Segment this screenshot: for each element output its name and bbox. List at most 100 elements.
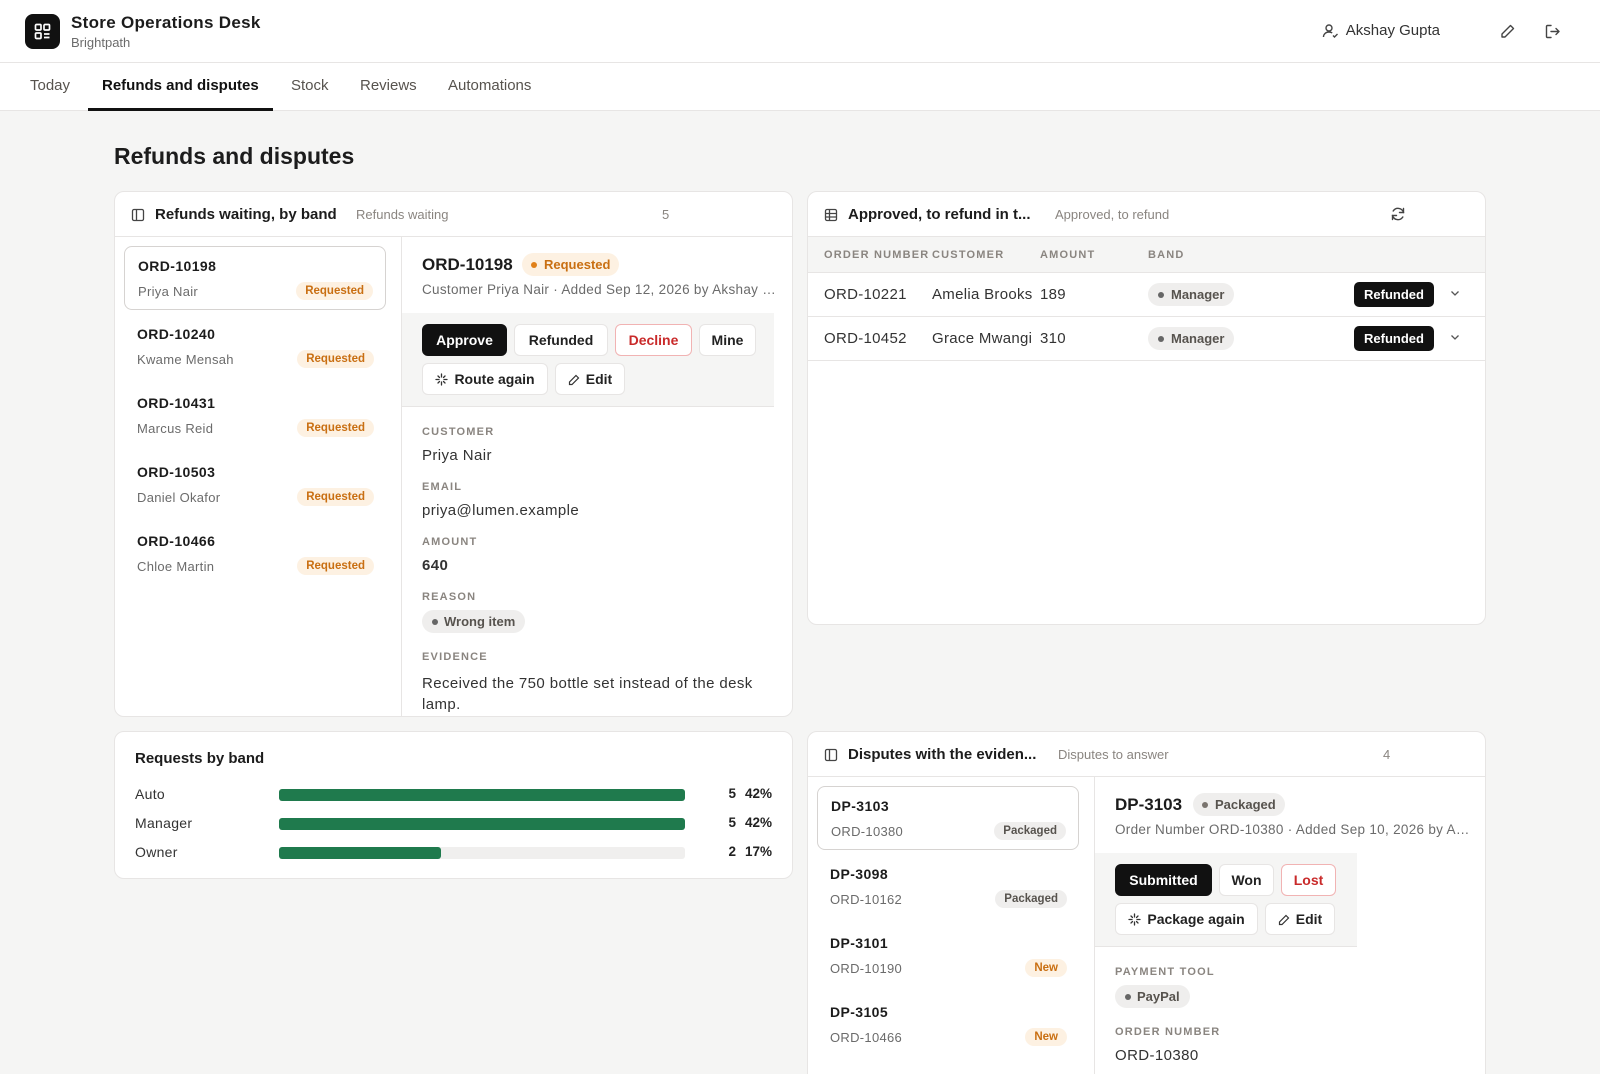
bar-fill [279,789,685,801]
status-badge: Packaged [995,890,1067,908]
logout-button[interactable] [1541,20,1563,42]
panel-icon [131,208,145,222]
card-title: Disputes with the eviden... [848,746,1037,763]
won-button[interactable]: Won [1219,864,1274,896]
tab-stock[interactable]: Stock [291,63,329,111]
list-item[interactable]: DP-3101 ORD-10190 New [817,924,1079,988]
customer-name: Marcus Reid [137,421,214,436]
order-number: ORD-10221 [824,286,907,303]
customer-label: CUSTOMER [422,426,495,438]
mine-button[interactable]: Mine [699,324,756,356]
list-item[interactable]: ORD-10431 Marcus Reid Requested [124,384,386,448]
table-icon [824,208,838,222]
refunded-button[interactable]: Refunded [514,324,608,356]
customer-name: Priya Nair [138,284,199,299]
card-count: 4 [1383,747,1391,762]
lost-button[interactable]: Lost [1281,864,1336,896]
detail-id: ORD-10198 [422,255,513,274]
tab-refunds-and-disputes[interactable]: Refunds and disputes [88,63,273,111]
refund-detail: ORD-10198 Requested Customer Priya Nair … [402,237,792,716]
order-number-value: ORD-10380 [1115,1047,1199,1064]
card-subtitle: Approved, to refund [1055,207,1170,222]
status-button[interactable]: Refunded [1354,326,1434,351]
bar-track [279,847,685,859]
customer-name: Kwame Mensah [137,352,234,367]
order-id: ORD-10198 [138,258,217,274]
customer-name: Chloe Martin [137,559,215,574]
reason-chip: Wrong item [422,610,526,633]
amount-label: AMOUNT [422,536,478,548]
refunds-waiting-card: Refunds waiting, by band Refunds waiting… [114,191,793,717]
order-number-label: ORDER NUMBER [1115,1026,1221,1038]
column-header: BAND [1148,249,1185,261]
card-title: Approved, to refund in t... [848,206,1031,223]
app-logo-icon [25,14,60,49]
package-again-button[interactable]: Package again [1115,903,1258,935]
list-item[interactable]: DP-3098 ORD-10162 Packaged [817,855,1079,919]
status-badge: Requested [296,282,373,300]
refresh-icon[interactable] [1390,206,1406,222]
sparkle-icon [435,373,449,386]
bar-fill [279,818,685,830]
decline-button[interactable]: Decline [615,324,692,356]
submitted-button[interactable]: Submitted [1115,864,1212,896]
bar-count: 2 [728,844,736,859]
edit-label: Edit [1295,911,1323,927]
bar-label: Manager [135,815,193,831]
table-row[interactable]: ORD-10452 Grace Mwangi 310 Manager Refun… [808,317,1485,361]
bar-count: 5 [728,815,736,830]
payment-tool-label: PAYMENT TOOL [1115,966,1215,978]
status-badge: Requested [297,557,374,575]
list-item[interactable]: ORD-10503 Daniel Okafor Requested [124,453,386,517]
customer-name: Grace Mwangi [932,330,1033,347]
bar-percent: 42% [744,786,772,801]
order-id: ORD-10240 [137,326,216,342]
edit-button[interactable]: Edit [555,363,625,395]
order-number: ORD-10380 [831,824,904,839]
pencil-icon [1278,914,1290,926]
panel-icon [824,748,838,762]
list-item[interactable]: DP-3105 ORD-10466 New [817,993,1079,1057]
list-item[interactable]: ORD-10466 Chloe Martin Requested [124,522,386,586]
list-item[interactable]: ORD-10240 Kwame Mensah Requested [124,315,386,379]
tab-reviews[interactable]: Reviews [360,63,417,111]
disputes-card: Disputes with the eviden... Disputes to … [807,731,1486,1074]
chevron-down-icon[interactable] [1449,287,1461,299]
logout-icon [1545,24,1560,38]
dispute-id: DP-3105 [830,1004,889,1020]
list-item[interactable]: DP-3103 ORD-10380 Packaged [817,786,1079,850]
bar-track [279,789,685,801]
chevron-down-icon[interactable] [1449,331,1461,343]
route-again-button[interactable]: Route again [422,363,548,395]
customer-name: Daniel Okafor [137,490,221,505]
order-id: ORD-10431 [137,395,216,411]
tab-automations[interactable]: Automations [448,63,531,111]
status-badge: Packaged [994,822,1066,840]
user-menu[interactable]: Akshay Gupta [1322,22,1440,39]
customer-value: Priya Nair [422,447,492,464]
app-header: Store Operations Desk Brightpath Akshay … [0,0,1600,63]
list-item[interactable]: ORD-10198 Priya Nair Requested [124,246,386,310]
card-subtitle: Disputes to answer [1058,747,1169,762]
route-again-label: Route again [454,371,535,387]
band-chip: Manager [1148,327,1235,350]
edit-button[interactable]: Edit [1265,903,1335,935]
dispute-id: DP-3101 [830,935,889,951]
edit-profile-button[interactable] [1496,20,1518,42]
customer-name: Amelia Brooks [932,286,1033,303]
package-again-label: Package again [1147,911,1245,927]
reason-label: REASON [422,591,477,603]
bar-label: Auto [135,786,165,802]
card-header: Refunds waiting, by band Refunds waiting… [115,192,792,237]
approve-button[interactable]: Approve [422,324,507,356]
disputes-list: DP-3103 ORD-10380 Packaged DP-3098 ORD-1… [808,777,1095,1074]
status-button[interactable]: Refunded [1354,282,1434,307]
table-row[interactable]: ORD-10221 Amelia Brooks 189 Manager Refu… [808,273,1485,317]
tab-today[interactable]: Today [30,63,70,111]
order-number: ORD-10466 [830,1030,903,1045]
page-title: Refunds and disputes [114,143,355,169]
requests-by-band-card: Requests by band Auto 5 42% Manager 5 42% Owne… [114,731,793,879]
order-number: ORD-10162 [830,892,903,907]
dispute-detail: DP-3103 Packaged Order Number ORD-10380 … [1095,777,1485,1074]
dispute-id: DP-3103 [831,798,890,814]
